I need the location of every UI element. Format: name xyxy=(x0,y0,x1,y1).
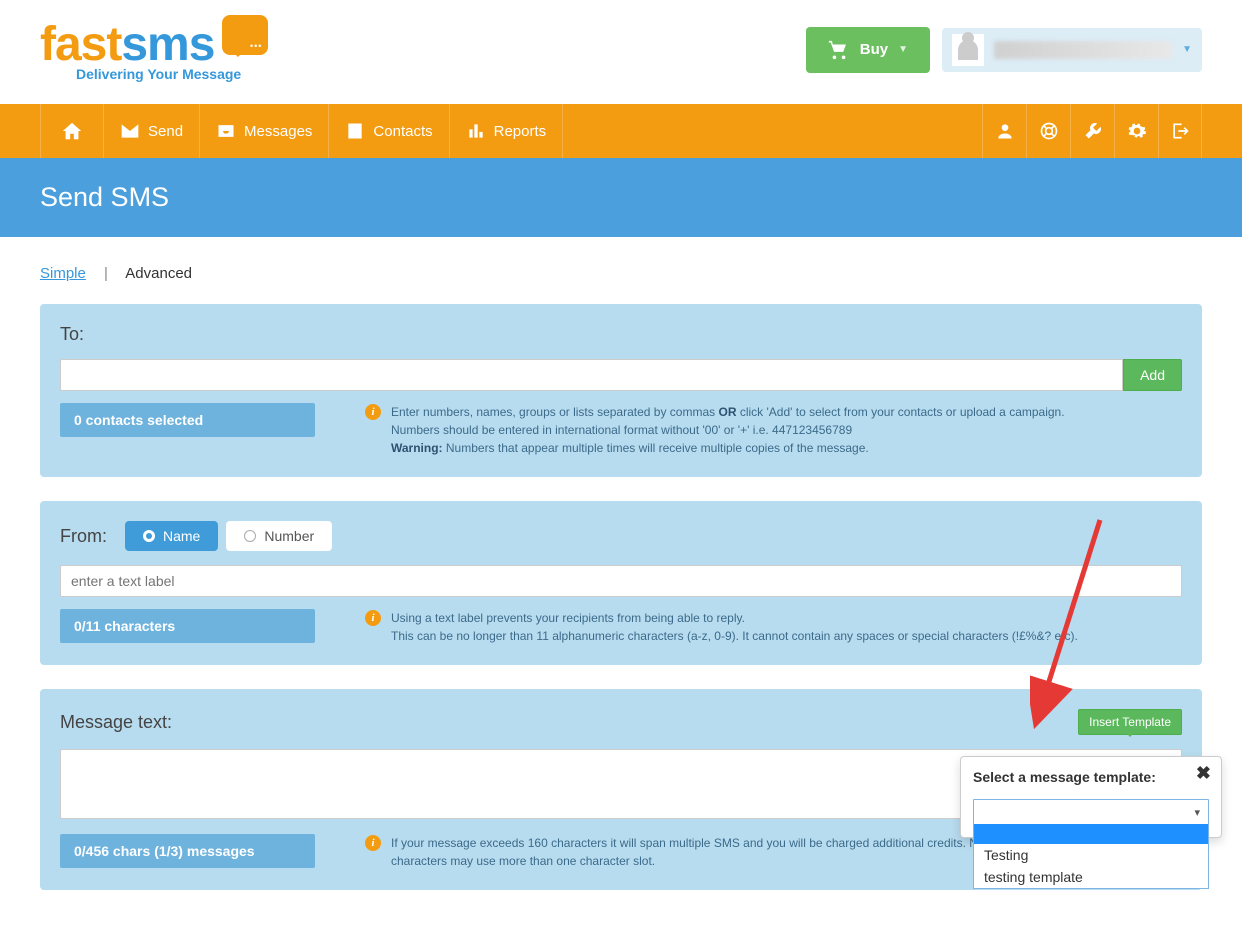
buy-label: Buy xyxy=(860,41,888,58)
from-status: 0/11 characters xyxy=(60,609,315,643)
from-toggle-name[interactable]: Name xyxy=(125,521,218,551)
from-toggle-number[interactable]: Number xyxy=(226,521,332,551)
message-status: 0/456 chars (1/3) messages xyxy=(60,834,315,868)
info-icon: i xyxy=(365,835,381,851)
dropdown-item-highlight[interactable] xyxy=(974,824,1208,844)
tab-bar: Simple | Advanced xyxy=(40,265,1202,282)
nav-logout[interactable] xyxy=(1158,104,1202,158)
buy-button[interactable]: Buy ▼ xyxy=(806,27,930,73)
logo[interactable]: fastsms Delivering Your Message xyxy=(40,17,268,82)
page-title: Send SMS xyxy=(0,158,1242,237)
from-label: From: xyxy=(60,526,107,547)
to-input[interactable] xyxy=(60,359,1123,391)
template-select[interactable]: Testing testing template xyxy=(973,799,1209,825)
close-icon[interactable]: ✖ xyxy=(1196,763,1211,784)
contact-icon xyxy=(345,121,365,141)
speech-bubble-icon xyxy=(222,15,268,55)
nav-user[interactable] xyxy=(982,104,1026,158)
message-label: Message text: xyxy=(60,712,172,733)
nav-contacts[interactable]: Contacts xyxy=(329,104,449,158)
info-icon: i xyxy=(365,404,381,420)
template-popover: ✖ Select a message template: Testing tes… xyxy=(960,756,1222,838)
nav-support[interactable] xyxy=(1026,104,1070,158)
nav-messages[interactable]: Messages xyxy=(200,104,329,158)
inbox-icon xyxy=(216,121,236,141)
from-input[interactable] xyxy=(60,565,1182,597)
radio-icon xyxy=(143,530,155,542)
wrench-icon xyxy=(1083,121,1103,141)
nav-settings[interactable] xyxy=(1114,104,1158,158)
dropdown-item[interactable]: testing template xyxy=(974,866,1208,888)
from-panel: From: Name Number 0/11 characters i U xyxy=(40,501,1202,665)
radio-icon xyxy=(244,530,256,542)
tab-advanced[interactable]: Advanced xyxy=(125,265,192,282)
logout-icon xyxy=(1170,121,1190,141)
gear-icon xyxy=(1127,121,1147,141)
tab-simple[interactable]: Simple xyxy=(40,265,86,282)
nav-home[interactable] xyxy=(40,104,104,158)
popover-title: Select a message template: xyxy=(973,769,1209,785)
envelope-icon xyxy=(120,121,140,141)
cart-icon xyxy=(828,39,850,61)
add-button[interactable]: Add xyxy=(1123,359,1182,391)
to-help: i Enter numbers, names, groups or lists … xyxy=(365,403,1182,457)
logo-tagline: Delivering Your Message xyxy=(76,66,268,82)
insert-template-button[interactable]: Insert Template xyxy=(1078,709,1182,735)
chevron-down-icon: ▼ xyxy=(898,44,908,55)
user-name-label xyxy=(994,41,1172,59)
to-label: To: xyxy=(60,324,1182,345)
main-nav: Send Messages Contacts Reports xyxy=(0,104,1242,158)
logo-part1: fast xyxy=(40,17,121,72)
person-icon xyxy=(995,121,1015,141)
bar-chart-icon xyxy=(466,121,486,141)
dropdown-item[interactable]: Testing xyxy=(974,844,1208,866)
avatar xyxy=(952,34,984,66)
lifebuoy-icon xyxy=(1039,121,1059,141)
dropdown-list: Testing testing template xyxy=(973,824,1209,889)
nav-send[interactable]: Send xyxy=(104,104,200,158)
logo-part2: sms xyxy=(121,17,214,72)
from-help: i Using a text label prevents your recip… xyxy=(365,609,1182,645)
to-panel: To: Add 0 contacts selected i Enter numb… xyxy=(40,304,1202,477)
nav-tools[interactable] xyxy=(1070,104,1114,158)
chevron-down-icon: ▼ xyxy=(1182,44,1192,55)
info-icon: i xyxy=(365,610,381,626)
to-status: 0 contacts selected xyxy=(60,403,315,437)
header-top: fastsms Delivering Your Message Buy ▼ ▼ xyxy=(0,0,1242,104)
user-menu[interactable]: ▼ xyxy=(942,28,1202,72)
nav-reports[interactable]: Reports xyxy=(450,104,564,158)
home-icon xyxy=(61,120,83,142)
